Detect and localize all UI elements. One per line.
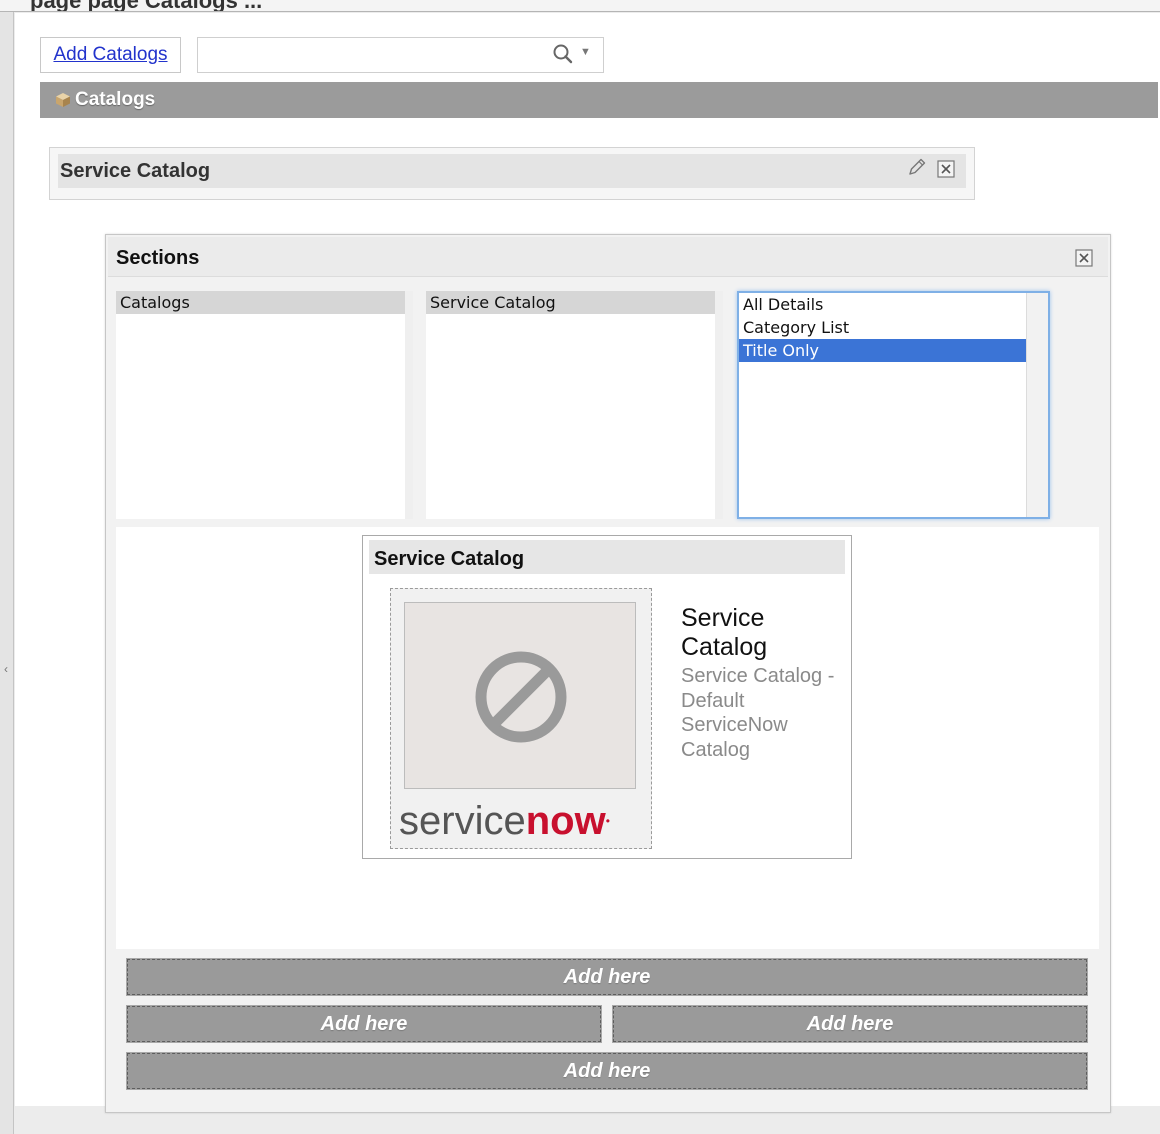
collapse-rail[interactable]: ‹	[0, 12, 14, 1134]
pencil-icon[interactable]	[906, 156, 928, 178]
close-icon[interactable]	[937, 160, 955, 178]
catalog-item[interactable]: Service Catalog	[49, 147, 975, 200]
cube-icon	[56, 93, 70, 107]
catalogs-title: Catalogs	[75, 89, 156, 110]
catalog-preview-card: Service Catalog servicenow• Service Cata…	[362, 535, 852, 859]
no-image-icon	[475, 651, 567, 743]
preview-card-header: Service Catalog	[369, 540, 845, 574]
close-icon[interactable]	[1075, 249, 1093, 267]
image-placeholder	[404, 602, 636, 789]
preview-card-title: Service Catalog	[374, 548, 525, 570]
scrollbar[interactable]	[1026, 293, 1048, 517]
preview-catalog-name: Service Catalog	[681, 604, 768, 661]
preview-area: Service Catalog servicenow• Service Cata…	[116, 527, 1099, 949]
top-strip: page page Catalogs ...	[0, 0, 1160, 12]
main-content: Add Catalogs ▼ Catalogs Service Catalog …	[15, 13, 1160, 1113]
sections-header: Sections	[108, 237, 1108, 277]
drop-zone[interactable]: Add here	[126, 1052, 1088, 1090]
add-catalogs-link[interactable]: Add Catalogs	[40, 37, 181, 73]
drop-zone[interactable]: Add here	[126, 958, 1088, 996]
list-item[interactable]: All Details	[739, 293, 1026, 316]
top-strip-text: page page Catalogs ...	[30, 0, 262, 11]
list-item[interactable]: Category List	[739, 316, 1026, 339]
search-input[interactable]	[197, 37, 604, 73]
catalog-thumbnail: servicenow•	[390, 588, 652, 849]
search-icon[interactable]	[552, 43, 574, 65]
list-item[interactable]: Service Catalog	[426, 291, 715, 314]
drop-zone[interactable]: Add here	[612, 1005, 1088, 1043]
drop-zone[interactable]: Add here	[126, 1005, 602, 1043]
catalog-listbox[interactable]: Service Catalog	[426, 291, 723, 519]
servicenow-logo: servicenow•	[399, 799, 610, 843]
chevron-down-icon[interactable]: ▼	[580, 46, 591, 58]
list-item[interactable]: Title Only	[739, 339, 1026, 362]
list-item[interactable]: Catalogs	[116, 291, 405, 314]
display-style-listbox[interactable]: All Details Category List Title Only	[737, 291, 1050, 519]
catalog-item-title: Service Catalog	[60, 160, 211, 182]
sections-panel: Sections Catalogs Service Catalog All De…	[105, 234, 1111, 1113]
catalogs-listbox[interactable]: Catalogs	[116, 291, 413, 519]
preview-catalog-description: Service Catalog - Default ServiceNow Cat…	[681, 665, 835, 761]
chevron-left-icon[interactable]: ‹	[4, 662, 8, 676]
catalogs-section-header: Catalogs	[40, 82, 1158, 118]
sections-title: Sections	[116, 247, 200, 269]
